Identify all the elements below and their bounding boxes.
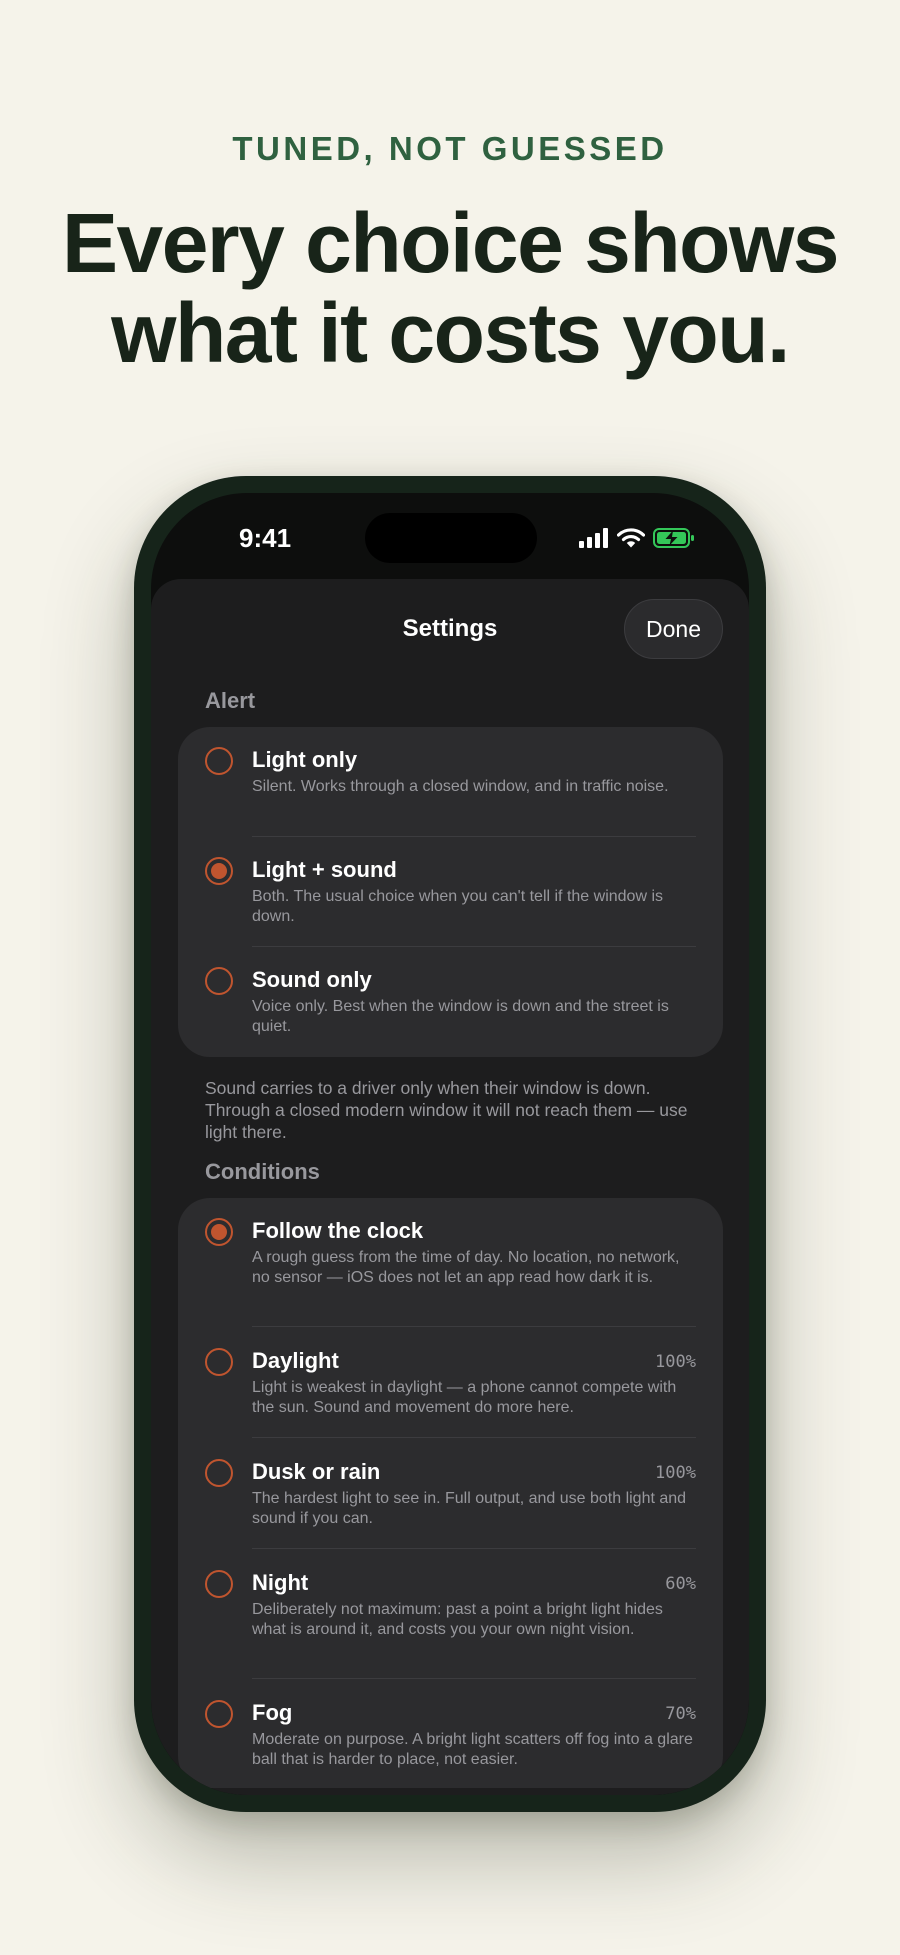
option-description: Both. The usual choice when you can't te…: [252, 888, 663, 925]
wifi-icon: [617, 528, 645, 548]
headline-line-1: Every choice shows: [61, 196, 840, 290]
option-percent: 100%: [655, 1463, 696, 1483]
conditions-options-group: Follow the clock A rough guess from the …: [178, 1198, 723, 1788]
section-header-alert: Alert: [205, 688, 256, 713]
condition-option-night[interactable]: Night 60% Deliberately not maximum: past…: [178, 1549, 723, 1678]
battery-charging-icon: [653, 528, 694, 548]
alert-option-light-only[interactable]: Light only Silent. Works through a close…: [178, 727, 723, 837]
radio-selected-icon[interactable]: [205, 1218, 233, 1246]
option-percent: 70%: [665, 1704, 696, 1724]
alert-option-sound-only[interactable]: Sound only Voice only. Best when the win…: [178, 947, 723, 1057]
option-description: The hardest light to see in. Full output…: [252, 1490, 687, 1527]
option-percent: 60%: [665, 1574, 696, 1594]
status-time: 9:41: [239, 523, 292, 553]
radio-unselected-icon[interactable]: [205, 747, 233, 775]
eyebrow-label: TUNED, NOT GUESSED: [232, 130, 668, 167]
option-description: Deliberately not maximum: past a point a…: [252, 1601, 663, 1638]
radio-unselected-icon[interactable]: [205, 1570, 233, 1598]
option-description: Silent. Works through a closed window, a…: [252, 778, 669, 795]
condition-option-daylight[interactable]: Daylight 100% Light is weakest in daylig…: [178, 1327, 723, 1437]
option-title: Night: [252, 1570, 309, 1595]
alert-options-group: Light only Silent. Works through a close…: [178, 727, 723, 1057]
option-title: Light only: [252, 747, 358, 772]
option-description: Moderate on purpose. A bright light scat…: [252, 1731, 693, 1768]
option-title: Light + sound: [252, 857, 397, 882]
done-button[interactable]: Done: [624, 599, 723, 659]
option-title: Sound only: [252, 967, 372, 992]
cellular-signal-icon: [579, 528, 608, 548]
dynamic-island: [365, 513, 537, 563]
page-headline: Every choice shows what it costs you.: [0, 198, 900, 378]
settings-sheet: Settings Done Alert Light only Silent. W…: [151, 579, 749, 1795]
option-description: Voice only. Best when the window is down…: [252, 998, 669, 1035]
condition-option-follow-clock[interactable]: Follow the clock A rough guess from the …: [178, 1198, 723, 1326]
radio-selected-icon[interactable]: [205, 857, 233, 885]
status-icons: [579, 527, 695, 549]
option-title: Fog: [252, 1700, 293, 1725]
condition-option-fog[interactable]: Fog 70% Moderate on purpose. A bright li…: [178, 1679, 723, 1788]
phone-screen: 9:41 Settings Done Alert Light only Sile…: [151, 493, 749, 1795]
headline-line-2: what it costs you.: [111, 286, 790, 380]
section-header-conditions: Conditions: [205, 1159, 320, 1184]
condition-option-dusk-rain[interactable]: Dusk or rain 100% The hardest light to s…: [178, 1438, 723, 1548]
option-title: Follow the clock: [252, 1218, 424, 1243]
radio-unselected-icon[interactable]: [205, 1348, 233, 1376]
option-title: Daylight: [252, 1348, 339, 1373]
alert-footnote: Sound carries to a driver only when thei…: [205, 1078, 688, 1142]
option-title: Dusk or rain: [252, 1459, 381, 1484]
option-description: Light is weakest in daylight — a phone c…: [252, 1379, 677, 1416]
radio-unselected-icon[interactable]: [205, 1700, 233, 1728]
radio-unselected-icon[interactable]: [205, 1459, 233, 1487]
alert-option-light-sound[interactable]: Light + sound Both. The usual choice whe…: [178, 837, 723, 947]
option-description: A rough guess from the time of day. No l…: [252, 1249, 680, 1286]
radio-unselected-icon[interactable]: [205, 967, 233, 995]
option-percent: 100%: [655, 1352, 696, 1372]
